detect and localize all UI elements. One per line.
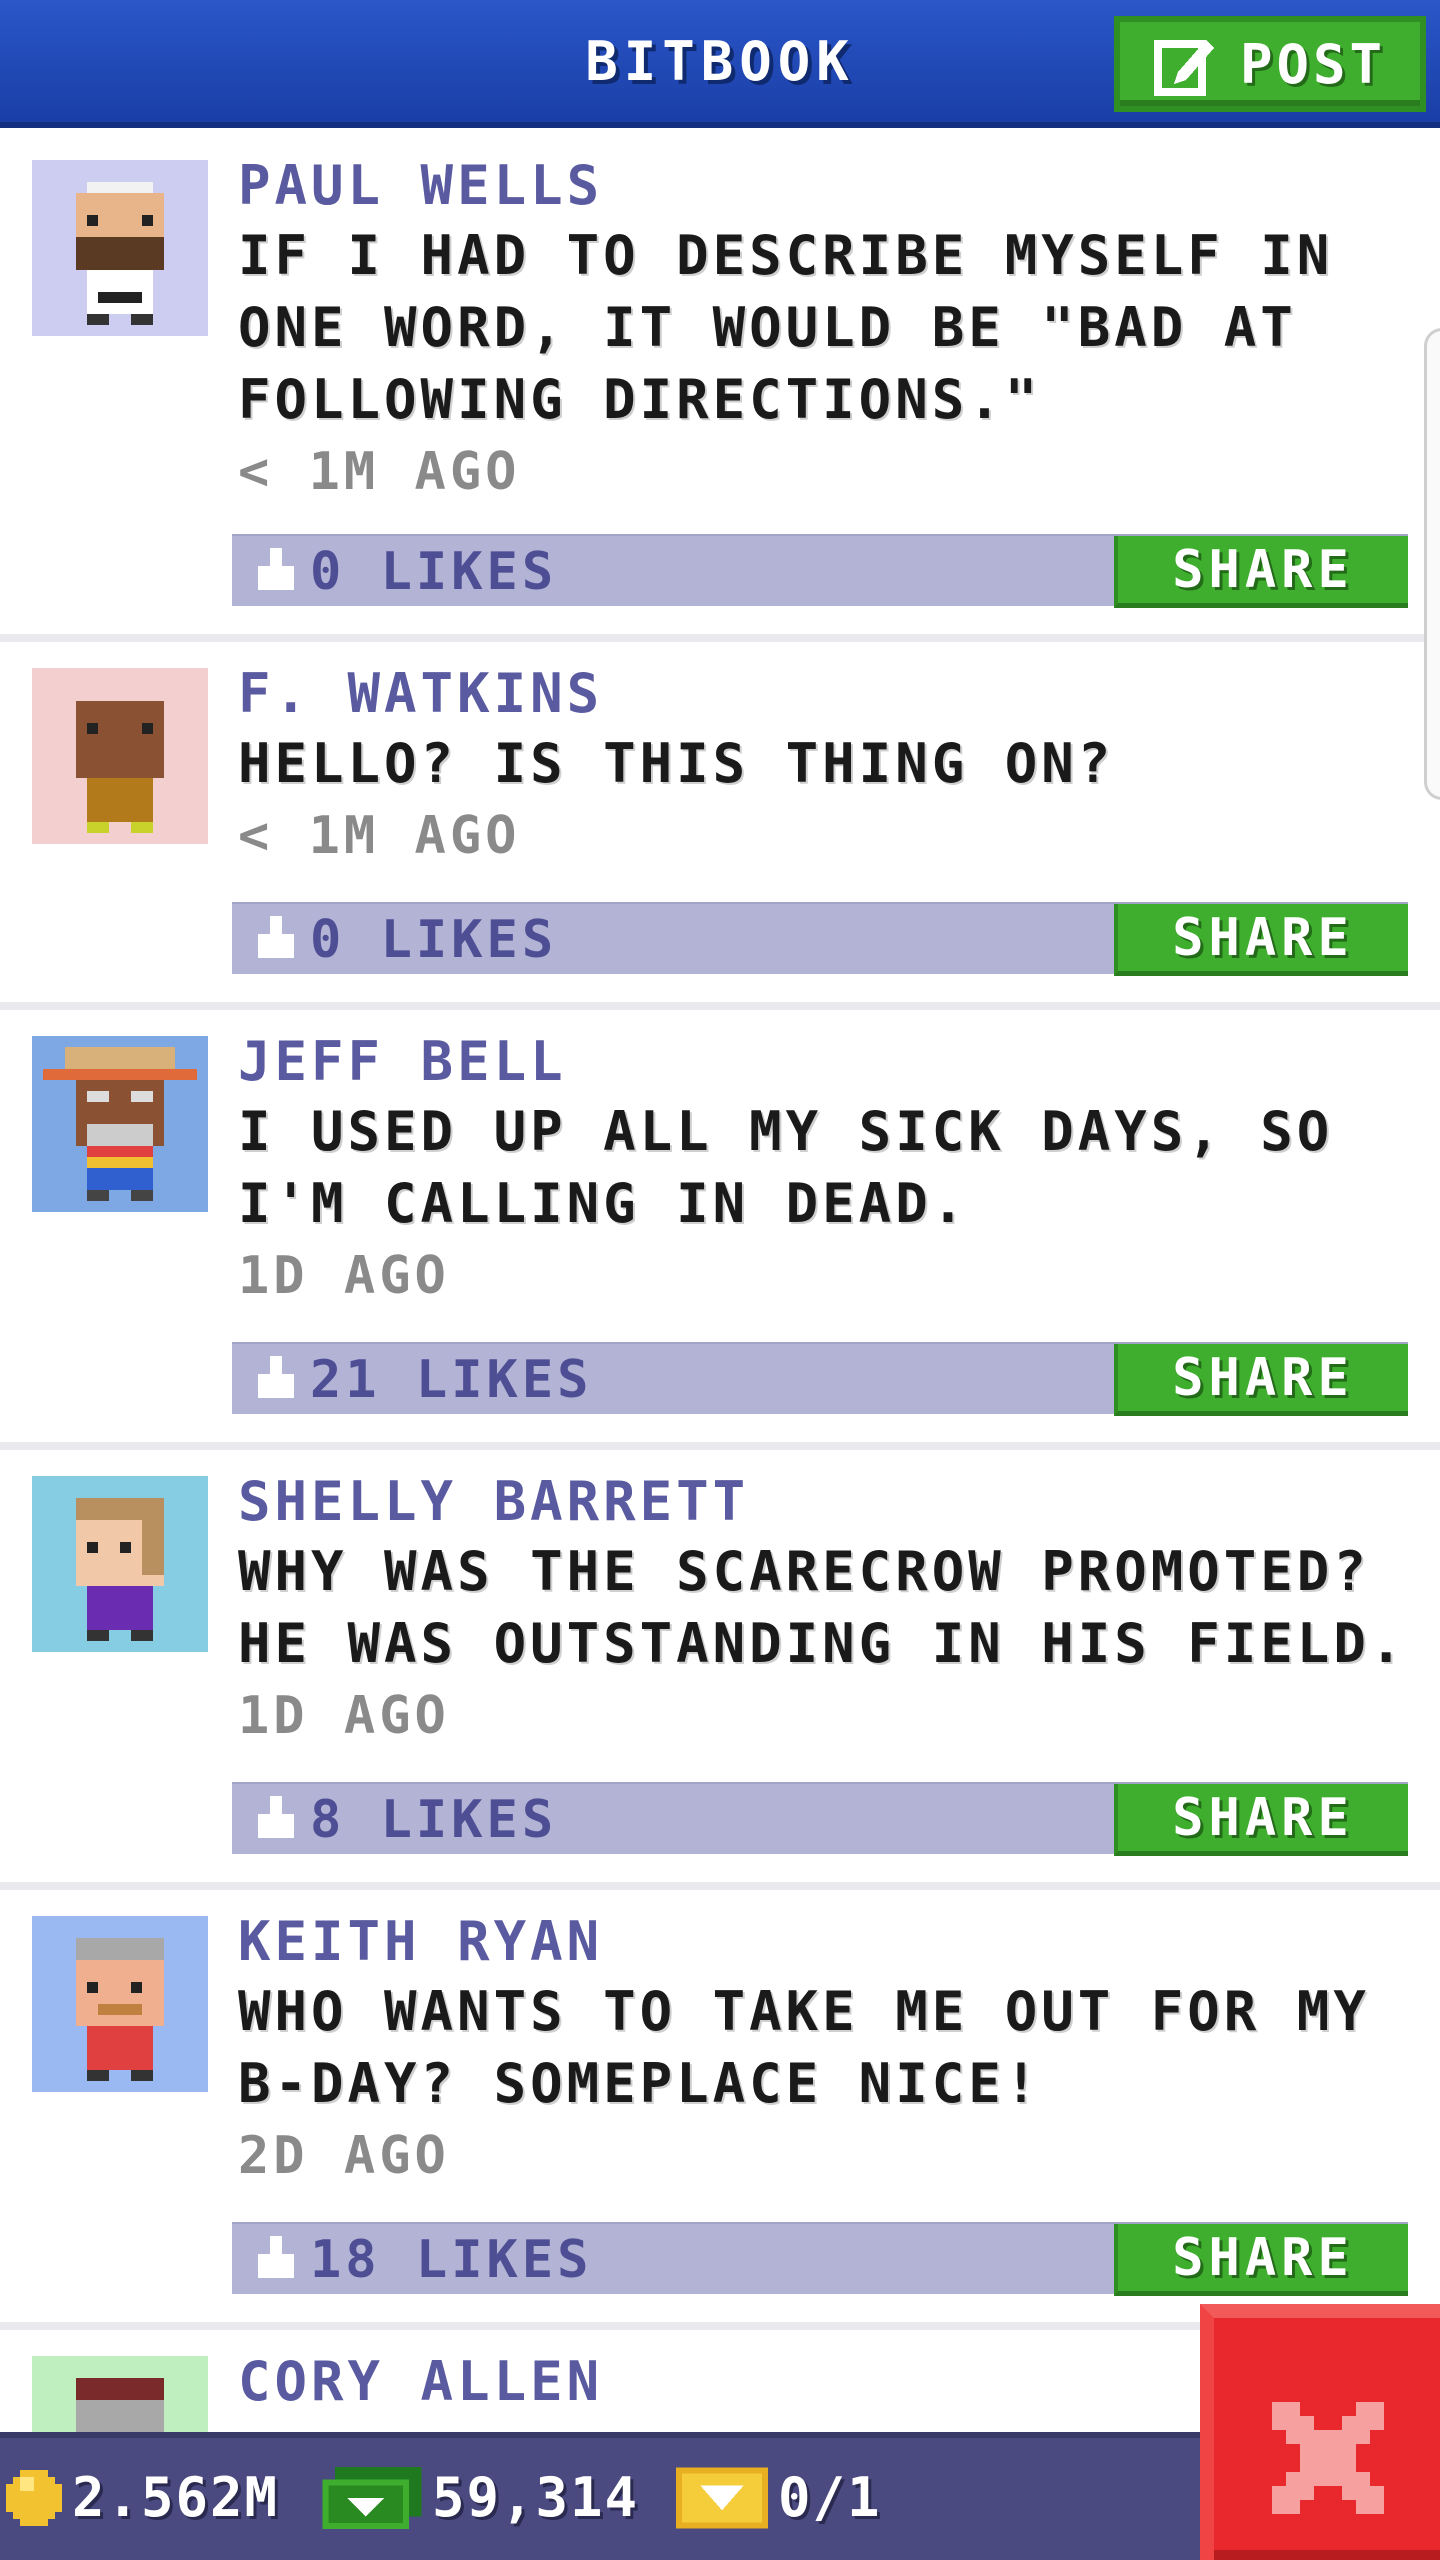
tickets-value: 0/1: [778, 2466, 882, 2529]
coins-stat: 2.562M: [6, 2466, 279, 2529]
like-bar[interactable]: 0 LIKES SHARE: [232, 534, 1408, 608]
feed-list[interactable]: PAUL WELLS IF I HAD TO DESCRIBE MYSELF I…: [0, 134, 1440, 2560]
thumbs-up-icon: [258, 1796, 294, 1838]
avatar: [32, 668, 208, 844]
bux-value: 59,314: [432, 2466, 640, 2529]
post-message: WHO WANTS TO TAKE ME OUT FOR MY B-DAY? S…: [238, 1980, 1370, 2115]
post-time: 2D AGO: [238, 2126, 450, 2186]
like-bar[interactable]: 0 LIKES SHARE: [232, 902, 1408, 976]
like-bar[interactable]: 18 LIKES SHARE: [232, 2222, 1408, 2296]
compose-icon: [1153, 40, 1214, 96]
feed-post: PAUL WELLS IF I HAD TO DESCRIBE MYSELF I…: [0, 134, 1440, 642]
avatar: [32, 1476, 208, 1652]
feed-post: KEITH RYAN WHO WANTS TO TAKE ME OUT FOR …: [0, 1890, 1440, 2330]
post-message: HELLO? IS THIS THING ON?: [238, 732, 1115, 795]
tickets-stat: 0/1: [676, 2466, 882, 2529]
like-count: 0 LIKES: [310, 542, 558, 602]
avatar: [32, 1916, 208, 2092]
avatar: [32, 1036, 208, 1212]
post-time: 1D AGO: [238, 1246, 450, 1306]
coin-icon: [6, 2469, 62, 2526]
thumbs-up-icon: [258, 548, 294, 590]
like-bar[interactable]: 21 LIKES SHARE: [232, 1342, 1408, 1416]
thumbs-up-icon: [258, 2236, 294, 2278]
share-button[interactable]: SHARE: [1114, 1784, 1408, 1856]
post-author[interactable]: PAUL WELLS: [238, 152, 1410, 220]
post-time: 1D AGO: [238, 1686, 450, 1746]
thumbs-up-icon: [258, 1356, 294, 1398]
post-author[interactable]: KEITH RYAN: [238, 1908, 1410, 1976]
bux-cash-icon: [322, 2466, 422, 2529]
feed-post: JEFF BELL I USED UP ALL MY SICK DAYS, SO…: [0, 1010, 1440, 1450]
thumbs-up-icon: [258, 916, 294, 958]
like-count: 21 LIKES: [310, 1350, 593, 1410]
post-time: < 1M AGO: [238, 442, 521, 502]
app-header: BITBOOK POST: [0, 0, 1440, 128]
post-button[interactable]: POST: [1114, 16, 1426, 112]
like-count: 0 LIKES: [310, 910, 558, 970]
post-author[interactable]: SHELLY BARRETT: [238, 1468, 1410, 1536]
feed-post: SHELLY BARRETT WHY WAS THE SCARECROW PRO…: [0, 1450, 1440, 1890]
share-button[interactable]: SHARE: [1114, 1344, 1408, 1416]
scrollbar-handle[interactable]: [1424, 328, 1440, 800]
post-button-label: POST: [1239, 32, 1387, 96]
feed-post: F. WATKINS HELLO? IS THIS THING ON? < 1M…: [0, 642, 1440, 1010]
post-message: I USED UP ALL MY SICK DAYS, SO I'M CALLI…: [238, 1100, 1334, 1235]
like-count: 8 LIKES: [310, 1790, 558, 1850]
post-author[interactable]: F. WATKINS: [238, 660, 1410, 728]
close-button[interactable]: [1200, 2304, 1440, 2560]
share-button[interactable]: SHARE: [1114, 904, 1408, 976]
post-message: IF I HAD TO DESCRIBE MYSELF IN ONE WORD,…: [238, 224, 1334, 431]
share-button[interactable]: SHARE: [1114, 2224, 1408, 2296]
post-time: < 1M AGO: [238, 806, 521, 866]
post-message: WHY WAS THE SCARECROW PROMOTED? HE WAS O…: [238, 1540, 1407, 1675]
close-icon: [1272, 2402, 1384, 2514]
bux-stat: 59,314: [322, 2466, 639, 2529]
like-count: 18 LIKES: [310, 2230, 593, 2290]
vip-ticket-icon: [676, 2466, 768, 2529]
share-button[interactable]: SHARE: [1114, 536, 1408, 608]
post-author[interactable]: JEFF BELL: [238, 1028, 1410, 1096]
avatar: [32, 160, 208, 336]
currency-bar: 2.562M 59,314 0/1: [0, 2432, 1200, 2560]
like-bar[interactable]: 8 LIKES SHARE: [232, 1782, 1408, 1856]
coins-value: 2.562M: [72, 2466, 280, 2529]
